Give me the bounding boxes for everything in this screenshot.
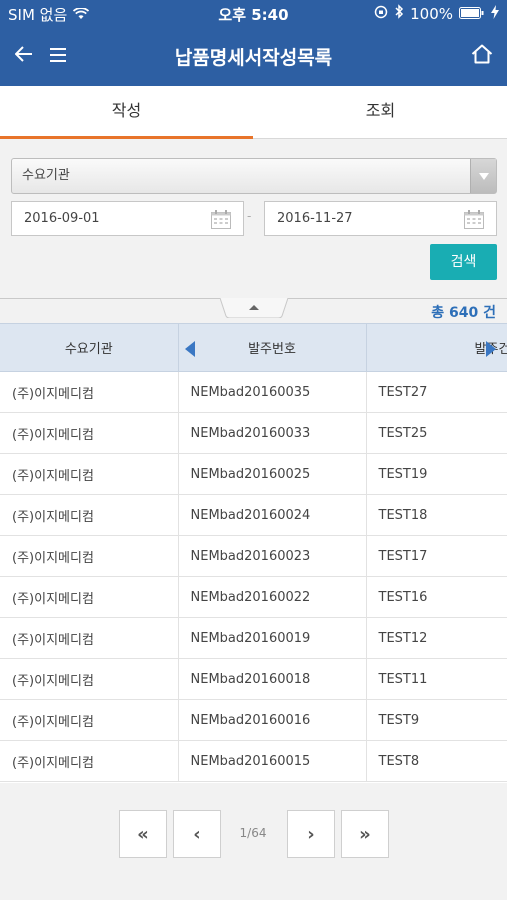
cell-order-number: NEMbad20160018 bbox=[178, 658, 367, 700]
cell-agency: (주)이지메디컴 bbox=[0, 494, 179, 536]
nav-bar: 납품명세서작성목록 bbox=[0, 26, 507, 86]
cell-order-number: NEMbad20160023 bbox=[178, 535, 367, 577]
pagination: « ‹ 1/64 › » bbox=[0, 810, 507, 860]
cell-agency: (주)이지메디컴 bbox=[0, 740, 179, 782]
cell-order-name: TEST18 bbox=[366, 494, 507, 536]
cell-agency: (주)이지메디컴 bbox=[0, 617, 179, 659]
column-header-agency: 수요기관 bbox=[0, 323, 179, 372]
table-row[interactable]: (주)이지메디컴 NEMbad20160025 TEST19 bbox=[0, 453, 507, 495]
cell-agency: (주)이지메디컴 bbox=[0, 371, 179, 413]
total-count: 총 640 건 bbox=[431, 305, 496, 321]
date-from-field[interactable]: 2016-09-01 bbox=[11, 201, 244, 236]
date-to-field[interactable]: 2016-11-27 bbox=[264, 201, 497, 236]
cell-order-name: TEST19 bbox=[366, 453, 507, 495]
date-from-value: 2016-09-01 bbox=[24, 211, 100, 226]
page-title: 납품명세서작성목록 bbox=[174, 47, 333, 69]
rotation-lock-icon bbox=[374, 5, 388, 23]
calendar-icon[interactable] bbox=[464, 209, 484, 229]
table-row[interactable]: (주)이지메디컴 NEMbad20160024 TEST18 bbox=[0, 494, 507, 536]
first-page-button[interactable]: « bbox=[119, 810, 167, 858]
home-button[interactable] bbox=[466, 40, 498, 72]
agency-select-value: 수요기관 bbox=[22, 168, 70, 183]
cell-order-name: TEST9 bbox=[366, 699, 507, 741]
cell-order-name: TEST27 bbox=[366, 371, 507, 413]
cell-agency: (주)이지메디컴 bbox=[0, 699, 179, 741]
calendar-icon[interactable] bbox=[211, 209, 231, 229]
cell-order-name: TEST16 bbox=[366, 576, 507, 618]
search-button[interactable]: 검색 bbox=[430, 244, 497, 280]
cell-order-number: NEMbad20160024 bbox=[178, 494, 367, 536]
cell-order-name: TEST17 bbox=[366, 535, 507, 577]
table-row[interactable]: (주)이지메디컴 NEMbad20160033 TEST25 bbox=[0, 412, 507, 454]
column-header-order-name: 발주건 bbox=[366, 323, 507, 372]
cell-order-number: NEMbad20160016 bbox=[178, 699, 367, 741]
home-icon bbox=[471, 44, 493, 68]
table-row[interactable]: (주)이지메디컴 NEMbad20160035 TEST27 bbox=[0, 371, 507, 413]
cell-order-name: TEST12 bbox=[366, 617, 507, 659]
battery-label: 100% bbox=[410, 4, 453, 23]
table-row[interactable]: (주)이지메디컴 NEMbad20160015 TEST8 bbox=[0, 740, 507, 782]
table-row[interactable]: (주)이지메디컴 NEMbad20160016 TEST9 bbox=[0, 699, 507, 741]
tab-bar: 작성 조회 bbox=[0, 86, 507, 139]
cell-agency: (주)이지메디컴 bbox=[0, 412, 179, 454]
scroll-left-icon[interactable] bbox=[184, 341, 195, 357]
tab-inquiry[interactable]: 조회 bbox=[254, 86, 507, 139]
cell-order-name: TEST25 bbox=[366, 412, 507, 454]
table-row[interactable]: (주)이지메디컴 NEMbad20160019 TEST12 bbox=[0, 617, 507, 659]
prev-page-button[interactable]: ‹ bbox=[173, 810, 221, 858]
chevron-down-icon bbox=[470, 159, 496, 193]
table-row[interactable]: (주)이지메디컴 NEMbad20160022 TEST16 bbox=[0, 576, 507, 618]
page-indicator: 1/64 bbox=[239, 826, 267, 840]
cell-order-number: NEMbad20160035 bbox=[178, 371, 367, 413]
next-page-button[interactable]: › bbox=[287, 810, 335, 858]
table-row[interactable]: (주)이지메디컴 NEMbad20160018 TEST11 bbox=[0, 658, 507, 700]
column-header-order-number: 발주번호 bbox=[178, 323, 367, 372]
cell-order-number: NEMbad20160033 bbox=[178, 412, 367, 454]
cell-agency: (주)이지메디컴 bbox=[0, 576, 179, 618]
cell-order-name: TEST11 bbox=[366, 658, 507, 700]
cell-agency: (주)이지메디컴 bbox=[0, 535, 179, 577]
tab-create[interactable]: 작성 bbox=[0, 86, 253, 139]
date-separator: - bbox=[247, 209, 252, 223]
status-bar: SIM 없음 오후 5:40 100% bbox=[0, 0, 507, 26]
cell-agency: (주)이지메디컴 bbox=[0, 658, 179, 700]
table-row[interactable]: (주)이지메디컴 NEMbad20160023 TEST17 bbox=[0, 535, 507, 577]
order-table[interactable]: 수요기관 발주번호 발주건 (주)이지메디컴 NEMbad20160035 TEST… bbox=[0, 323, 507, 783]
cell-order-number: NEMbad20160019 bbox=[178, 617, 367, 659]
table-header-row: 수요기관 발주번호 발주건 bbox=[0, 323, 507, 372]
cell-order-number: NEMbad20160025 bbox=[178, 453, 367, 495]
cell-agency: (주)이지메디컴 bbox=[0, 453, 179, 495]
date-to-value: 2016-11-27 bbox=[277, 211, 353, 226]
battery-icon bbox=[459, 5, 485, 23]
agency-select[interactable]: 수요기관 bbox=[11, 158, 497, 194]
charging-icon bbox=[491, 4, 499, 23]
collapse-filter-button[interactable] bbox=[219, 297, 289, 319]
cell-order-name: TEST8 bbox=[366, 740, 507, 782]
bluetooth-icon bbox=[394, 4, 404, 23]
cell-order-number: NEMbad20160022 bbox=[178, 576, 367, 618]
scroll-right-icon[interactable] bbox=[485, 341, 496, 357]
cell-order-number: NEMbad20160015 bbox=[178, 740, 367, 782]
last-page-button[interactable]: » bbox=[341, 810, 389, 858]
